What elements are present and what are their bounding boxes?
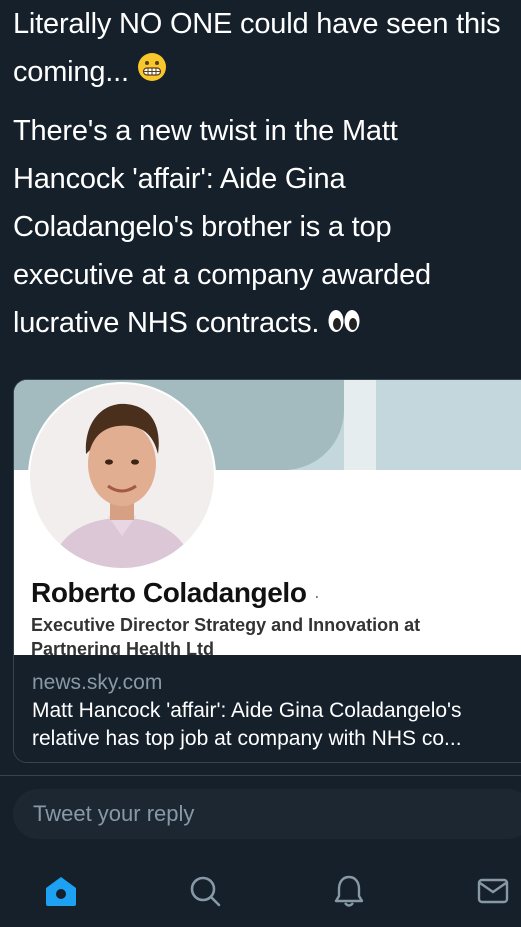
tweet-line-2: There's a new twist in the Matt Hancock … bbox=[13, 115, 431, 340]
grimacing-face-emoji-icon bbox=[137, 49, 167, 97]
card-domain: news.sky.com bbox=[32, 671, 163, 694]
messages-icon[interactable] bbox=[473, 871, 513, 911]
separator-dot-icon: · bbox=[313, 586, 320, 606]
profile-title: Executive Director Strategy and Innovati… bbox=[31, 615, 421, 655]
link-preview-card[interactable]: Roberto Coladangelo · Executive Director… bbox=[13, 379, 521, 763]
reply-placeholder: Tweet your reply bbox=[33, 801, 195, 826]
tweet-line-1: Literally NO ONE could have seen this co… bbox=[13, 8, 501, 88]
eyes-emoji-icon bbox=[327, 301, 361, 349]
card-image[interactable]: Roberto Coladangelo · Executive Director… bbox=[14, 380, 521, 655]
tweet-paragraph-2: There's a new twist in the Matt Hancock … bbox=[13, 107, 513, 348]
search-icon[interactable] bbox=[185, 871, 225, 911]
tweet-text: Literally NO ONE could have seen this co… bbox=[13, 0, 513, 349]
bottom-tab-bar bbox=[0, 855, 521, 927]
notifications-icon[interactable] bbox=[329, 871, 369, 911]
profile-name: Roberto Coladangelo · bbox=[31, 577, 320, 608]
home-icon[interactable] bbox=[41, 871, 81, 911]
reply-input[interactable]: Tweet your reply bbox=[13, 789, 521, 839]
card-footer[interactable]: news.sky.com Matt Hancock 'affair': Aide… bbox=[14, 655, 521, 762]
divider bbox=[0, 775, 521, 776]
avatar bbox=[28, 382, 216, 570]
card-description: Matt Hancock 'affair': Aide Gina Coladan… bbox=[32, 699, 462, 750]
tweet-paragraph-1: Literally NO ONE could have seen this co… bbox=[13, 0, 513, 97]
